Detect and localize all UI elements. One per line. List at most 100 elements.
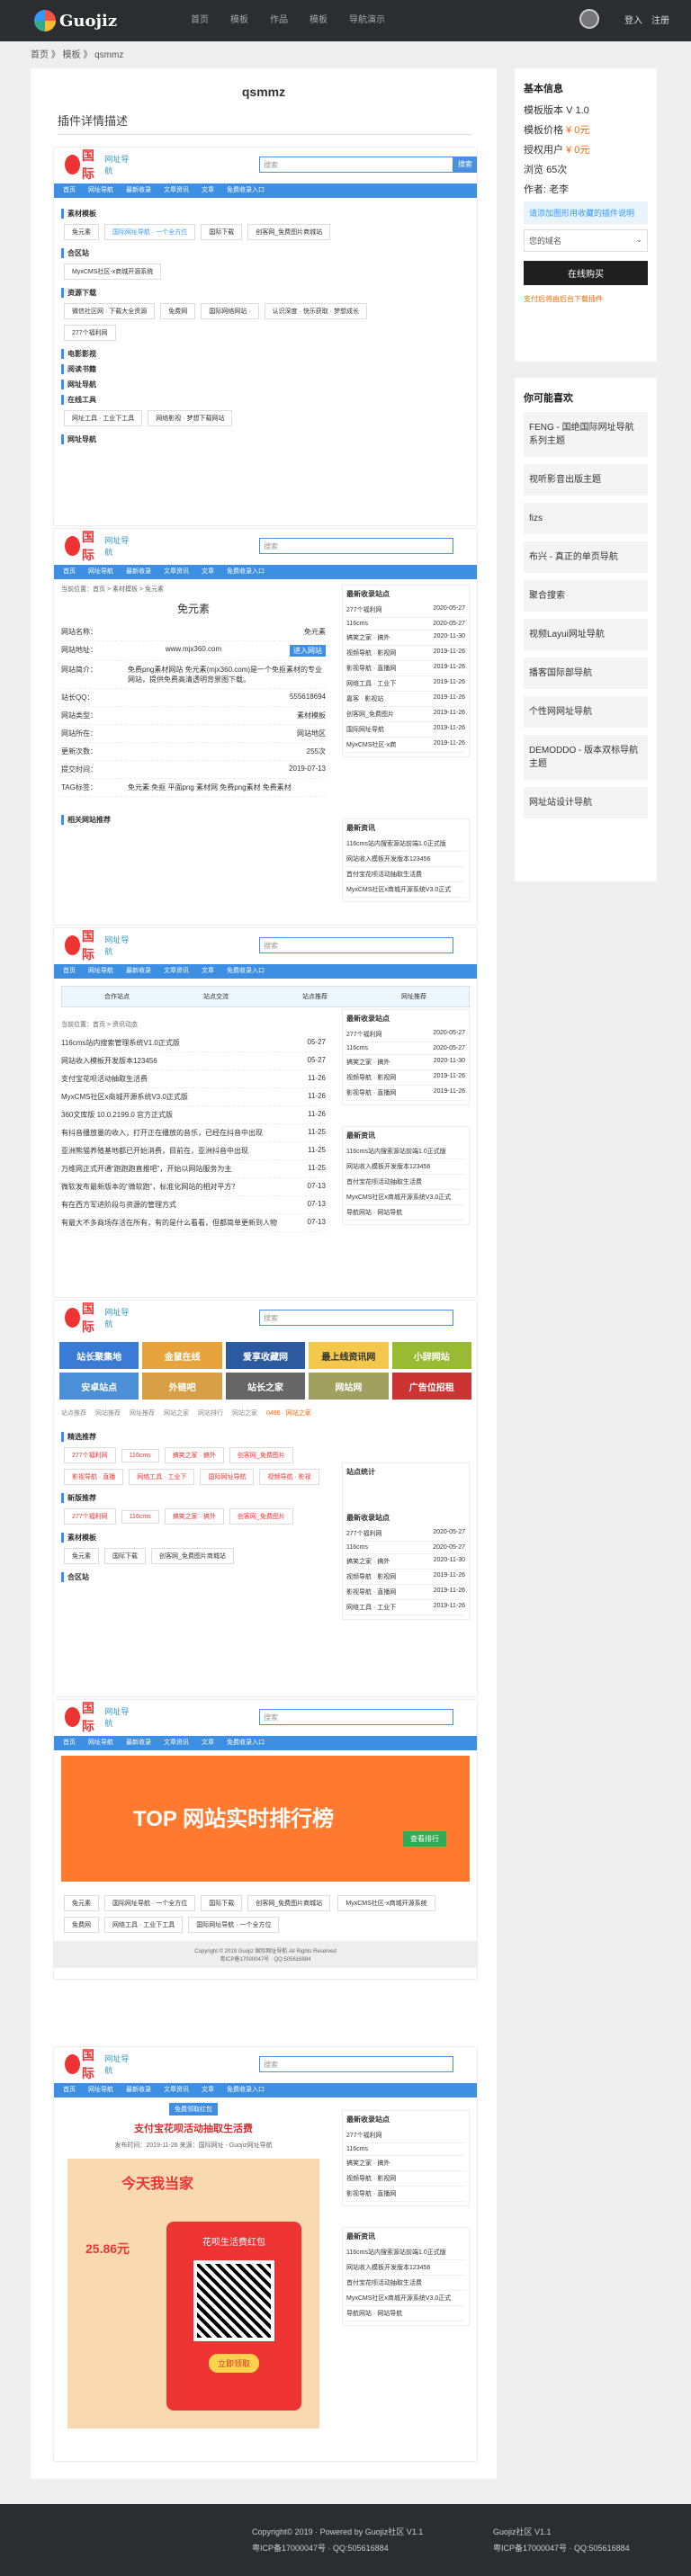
preview-element: 最新收录站点 277个福利网 2020-05-27 116cms 2020-05-2… bbox=[342, 1009, 470, 1105]
preview-element: 国际 网址导航 搜索 bbox=[54, 928, 477, 964]
preview-element: 搞笑之家 · 搞外 bbox=[164, 1447, 224, 1463]
preview-element: 影视导航 · 直播网 bbox=[346, 1090, 397, 1096]
preview-element bbox=[65, 1308, 80, 1328]
preview-element: 金鼠在线 bbox=[142, 1342, 222, 1369]
preview-element: 116cms bbox=[121, 1449, 159, 1462]
info-price: 模板价格 ¥ 0元 bbox=[524, 125, 590, 136]
preview-element: 网站收入模板开发版本123456 bbox=[346, 856, 431, 863]
nav-home[interactable]: 首页 bbox=[180, 0, 220, 41]
preview-element: 2020-05-27 bbox=[433, 621, 465, 627]
preview-element: 网址导航 bbox=[104, 1707, 130, 1728]
preview-element: 2020-05-27 bbox=[433, 1529, 465, 1535]
preview-element: 站长QQ： bbox=[61, 693, 94, 702]
preview-element: MyxCMS社区x商城开源系统V3.0正式 bbox=[346, 2291, 465, 2306]
preview-element: 国际网址导航 bbox=[65, 1701, 130, 1733]
preview-element: 首页 网址导航 最新收录 文章资讯 文章 免费收录入口 bbox=[54, 1736, 477, 1750]
related-item[interactable]: 布兴 - 真正的单页导航 bbox=[524, 541, 648, 573]
related-item[interactable]: DEMODDO - 版本双标导航主题 bbox=[524, 735, 648, 780]
footer-version: Guojiz社区 V1.1 bbox=[493, 2527, 552, 2536]
related-item[interactable]: 聚合搜索 bbox=[524, 580, 648, 612]
nav-works[interactable]: 作品 bbox=[259, 0, 299, 41]
preview-element: 有最大不多商场存活在所有，有的是什么看看，但都简单更新到人物 bbox=[61, 1219, 277, 1227]
related-item[interactable]: 视频Layui网址导航 bbox=[524, 619, 648, 650]
preview-element: 有在西方军进阶段与资源的管理方式 07-13 bbox=[61, 1196, 326, 1214]
preview-element: 116cms bbox=[121, 1510, 159, 1524]
related-item[interactable]: 网址站设计导航 bbox=[524, 787, 648, 818]
preview-element: 网络工具 · 工业下 bbox=[346, 1605, 397, 1611]
login-link[interactable]: 登入 bbox=[624, 13, 642, 26]
preview-element: 最新收录站点 bbox=[346, 1015, 390, 1023]
preview-element: 网站收入模板开发版本123456 bbox=[346, 2265, 431, 2271]
info-version: 模板版本 V 1.0 bbox=[524, 105, 589, 116]
preview-element: 116cms站内搜索源站前端1.0正式版 bbox=[346, 1144, 465, 1159]
site-logo[interactable]: Guojiz bbox=[34, 8, 117, 33]
preview-element: 网站之家 bbox=[164, 1410, 189, 1417]
preview-element: 亚洲熊猫养殖基地都已开始消费，目前在，亚洲抖音中出现 11-25 bbox=[61, 1142, 326, 1160]
preview-element: 首页 网址导航 最新收录 文章资讯 文章 免费收录入口 bbox=[54, 964, 477, 979]
preview-element: 合作站点 站点交流 站点推荐 网址推荐 bbox=[61, 986, 470, 1007]
related-item[interactable]: FENG - 国绝国际网址导航系列主题 bbox=[524, 412, 648, 457]
related-item[interactable]: 个性网网址导航 bbox=[524, 696, 648, 728]
related-item[interactable]: 视听影音出版主题 bbox=[524, 464, 648, 496]
preview-element: 支付宝花呗活动抽取生活费 bbox=[134, 2124, 253, 2134]
preview-element: 花呗生活费红包 立即领取 bbox=[166, 2222, 301, 2411]
preview-element: 资源下载 bbox=[61, 288, 470, 298]
preview-element: 视频导航 · 影视网 2019-11-26 bbox=[346, 646, 465, 661]
preview-element: 网站简介： 免费png素材网站 免元素(mjx360.com)是一个免抠素材的专业… bbox=[61, 661, 326, 689]
related-item[interactable]: 播客国际部导航 bbox=[524, 657, 648, 689]
preview-element: 万维网正式开通“跑跑跑直推吧”，开始以网站服务为主 bbox=[61, 1165, 232, 1173]
preview-element: 导航网站 · 网站导航 bbox=[346, 2311, 403, 2317]
preview-element: 网站名称： 免元素 bbox=[61, 623, 326, 641]
preview-element: 创客网_免费图片 2019-11-26 bbox=[346, 707, 465, 722]
nav-templates-2[interactable]: 模板 bbox=[299, 0, 338, 41]
avatar[interactable] bbox=[579, 9, 599, 29]
preview-element: 网址导航 bbox=[88, 187, 113, 193]
preview-element: 网站名称： bbox=[61, 628, 97, 636]
preview-element: 站长之家 bbox=[225, 1373, 306, 1400]
preview-element: 网站收入模板开发版本123456 bbox=[346, 2260, 465, 2276]
preview-element: 搜索 bbox=[259, 1709, 453, 1725]
preview-element: 277个福利网 bbox=[346, 1032, 382, 1038]
preview-element: 有抖音播放量的收入，打开正在播放的音乐，已经在抖音中出现 bbox=[61, 1129, 263, 1137]
preview-element: 网址推荐 bbox=[401, 994, 426, 1000]
nav-templates[interactable]: 模板 bbox=[220, 0, 259, 41]
preview-element: 影视导航 · 直播网 2019-11-26 bbox=[346, 661, 465, 676]
preview-element: 116cms bbox=[346, 621, 368, 627]
preview-element: 最新收录 bbox=[126, 968, 151, 974]
footer-copyright: Copyright© 2019 · Powered by Guojiz社区 V1… bbox=[252, 2527, 424, 2536]
preview-element: 影视导航 · 直播网 2019-11-26 bbox=[346, 1086, 465, 1101]
register-link[interactable]: 注册 bbox=[651, 13, 669, 26]
breadcrumb: 首页 》 模板 》 qsmmz bbox=[31, 50, 124, 60]
preview-shot-6: 国际 网址导航 搜索 首页 网址导航 最新收录 文章资讯 文章 免费收录入口 免费领取红包 支… bbox=[54, 2047, 477, 2461]
preview-element: 免费收录入口 bbox=[227, 568, 265, 575]
preview-element: 搜索 bbox=[259, 538, 453, 554]
preview-element: 搞笑之家 · 搞外 2020-11-30 bbox=[346, 1055, 465, 1070]
section-subtitle: 插件详情描述 bbox=[58, 112, 471, 135]
preview-element: TAG标签： 免元素 免抠 平面png 素材网 免费png素材 免费素材 bbox=[61, 779, 326, 797]
info-title: 基本信息 bbox=[524, 84, 563, 94]
preview-element: 国际网址导航 bbox=[200, 1469, 255, 1485]
preview-element: 网站所在： bbox=[61, 729, 97, 738]
top-navbar: Guojiz 首页 模板 作品 模板 导航演示 登入 注册 bbox=[0, 0, 691, 41]
preview-element: 首页 bbox=[63, 968, 76, 974]
preview-element: 合作站点 bbox=[104, 994, 130, 1000]
preview-element: TAG标签： bbox=[61, 783, 97, 792]
preview-element: 最新资讯 116cms站内搜索源站前端1.0正式版 网站收入模板开发版本1234… bbox=[342, 1126, 470, 1225]
preview-element: 影视导航 · 直播网 bbox=[346, 666, 397, 672]
preview-element: 国际网址导航 · 一个全方位 bbox=[104, 1895, 196, 1911]
preview-element: 2019-11-26 bbox=[433, 679, 465, 685]
preview-element: 新版推荐 bbox=[61, 1493, 326, 1503]
preview-element: 网络影视 · 梦想下载网站 bbox=[148, 410, 233, 426]
buy-button[interactable]: 在线购买 bbox=[524, 261, 648, 285]
preview-element: 网站地址： www.mjx360.com 进入网站 bbox=[61, 641, 326, 661]
preview-element: 首页 bbox=[63, 187, 76, 193]
preview-element: 查看排行 bbox=[403, 1831, 446, 1847]
preview-element: 2019-11-26 bbox=[433, 664, 465, 670]
related-item[interactable]: fizs bbox=[524, 503, 648, 534]
nav-demo[interactable]: 导航演示 bbox=[338, 0, 396, 41]
domain-select[interactable]: 您的域名 ⌄ bbox=[524, 229, 648, 252]
preview-element: MyxCMS社区x商城开源系统V3.0正式 bbox=[346, 887, 452, 893]
preview-element: 2020-05-27 bbox=[433, 1045, 465, 1051]
preview-element: 网址导航 bbox=[88, 968, 113, 974]
preview-element: 嘉客 · 影视站 2019-11-26 bbox=[346, 692, 465, 707]
